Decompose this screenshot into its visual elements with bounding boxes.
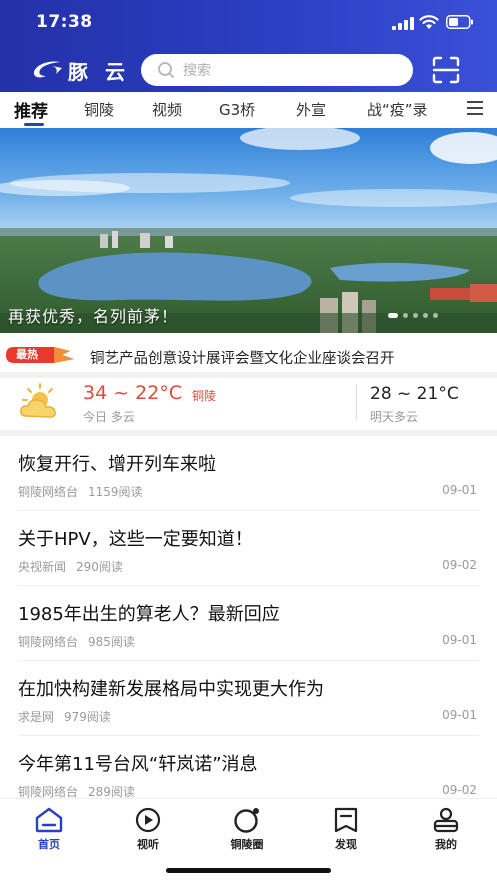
carousel-dot: [403, 313, 408, 318]
nav-profile[interactable]: 我的: [411, 807, 481, 852]
news-title: 恢复开行、增开列车来啦: [18, 454, 216, 475]
active-tab-indicator: [24, 123, 44, 126]
status-time: 17:38: [36, 12, 93, 32]
news-source: 求是网: [18, 710, 55, 724]
weather-city: 铜陵: [192, 389, 217, 403]
carousel-dot-active: [388, 313, 398, 318]
news-date: 09-02: [442, 558, 477, 572]
news-reads: 290阅读: [76, 560, 123, 574]
scan-icon[interactable]: [432, 56, 460, 84]
profile-icon: [433, 807, 459, 833]
carousel-dot: [413, 313, 418, 318]
carousel-dots: [388, 313, 438, 318]
today-condition: 今日 多云: [83, 410, 135, 424]
news-meta: 求是网 979阅读: [18, 708, 111, 725]
hot-badge-label: 最热: [16, 348, 38, 361]
logo-mark-icon: [33, 61, 62, 78]
tab-video[interactable]: 视频: [152, 99, 182, 120]
news-list: 恢复开行、增开列车来啦 铜陵网络台 1159阅读 09-01 关于HPV，这些一定…: [0, 436, 497, 811]
discover-icon: [334, 807, 358, 833]
banner-carousel[interactable]: 再获优秀，名列前茅！: [0, 128, 497, 333]
news-source: 铜陵网络台: [18, 485, 79, 499]
news-item[interactable]: 关于HPV，这些一定要知道！ 央视新闻 290阅读 09-02: [18, 511, 479, 586]
nav-media[interactable]: 视听: [113, 807, 183, 852]
nav-discover-label: 发现: [335, 838, 357, 851]
banner-caption: 再获优秀，名列前茅！: [8, 307, 179, 326]
today-temperature: 34 ~ 22°C: [83, 382, 183, 404]
app-header: 17:38 豚 云 搜索: [0, 0, 497, 92]
menu-icon[interactable]: [466, 100, 484, 116]
news-source: 央视新闻: [18, 560, 67, 574]
news-title: 在加快构建新发展格局中实现更大作为: [18, 679, 324, 700]
play-icon: [135, 807, 161, 833]
nav-home-label: 首页: [38, 838, 60, 851]
search-input[interactable]: 搜索: [141, 54, 413, 86]
circle-icon: [234, 808, 259, 833]
carousel-dot: [423, 313, 428, 318]
app-logo[interactable]: 豚 云: [30, 56, 130, 84]
status-bar: 17:38: [0, 0, 497, 44]
news-reads: 979阅读: [64, 710, 111, 724]
carousel-dot: [433, 313, 438, 318]
news-date: 09-02: [442, 783, 477, 797]
channel-tabs: 推荐 铜陵 视频 G3桥 外宣 战“疫”录: [0, 92, 497, 128]
news-reads: 1159阅读: [88, 485, 143, 499]
news-reads: 985阅读: [88, 635, 135, 649]
nav-circle-label: 铜陵圈: [230, 838, 264, 851]
tab-recommend[interactable]: 推荐: [14, 97, 48, 122]
weather-divider: [356, 384, 357, 420]
nav-media-label: 视听: [137, 838, 159, 851]
wifi-icon: [419, 15, 439, 29]
tab-epidemic[interactable]: 战“疫”录: [367, 99, 428, 120]
news-item[interactable]: 1985年出生的算老人？最新回应 铜陵网络台 985阅读 09-01: [18, 586, 479, 661]
signal-icon: [392, 17, 414, 30]
hot-headline[interactable]: 铜艺产品创意设计展评会暨文化企业座谈会召开: [90, 347, 395, 368]
hot-news-ticker[interactable]: 最热 铜艺产品创意设计展评会暨文化企业座谈会召开: [0, 340, 497, 372]
news-title: 1985年出生的算老人？最新回应: [18, 604, 280, 625]
news-meta: 铜陵网络台 985阅读: [18, 633, 135, 650]
tab-publicity[interactable]: 外宣: [296, 99, 326, 120]
news-item[interactable]: 恢复开行、增开列车来啦 铜陵网络台 1159阅读 09-01: [18, 436, 479, 511]
news-source: 铜陵网络台: [18, 635, 79, 649]
news-title: 关于HPV，这些一定要知道！: [18, 529, 253, 550]
home-indicator[interactable]: [166, 868, 331, 873]
news-date: 09-01: [442, 483, 477, 497]
news-reads: 289阅读: [88, 785, 135, 799]
weather-widget[interactable]: 34 ~ 22°C 铜陵 今日 多云 28 ~ 21°C 明天多云: [0, 378, 497, 430]
nav-tongling-circle[interactable]: 铜陵圈: [212, 807, 282, 852]
battery-icon: [446, 15, 473, 29]
logo-text: 豚 云: [68, 59, 130, 84]
tab-tongling[interactable]: 铜陵: [84, 99, 114, 120]
tab-g3-bridge[interactable]: G3桥: [219, 99, 255, 120]
news-meta: 央视新闻 290阅读: [18, 558, 123, 575]
news-date: 09-01: [442, 708, 477, 722]
news-meta: 铜陵网络台 1159阅读: [18, 483, 143, 500]
search-icon: [158, 62, 174, 78]
partly-cloudy-icon: [20, 383, 56, 418]
news-date: 09-01: [442, 633, 477, 647]
nav-discover[interactable]: 发现: [311, 807, 381, 852]
nav-profile-label: 我的: [435, 838, 457, 851]
news-item[interactable]: 在加快构建新发展格局中实现更大作为 求是网 979阅读 09-01: [18, 661, 479, 736]
home-icon: [35, 807, 63, 833]
tomorrow-temperature: 28 ~ 21°C: [370, 384, 459, 404]
search-placeholder: 搜索: [183, 63, 211, 79]
nav-home[interactable]: 首页: [14, 807, 84, 852]
news-source: 铜陵网络台: [18, 785, 79, 799]
tomorrow-condition: 明天多云: [370, 410, 419, 424]
news-title: 今年第11号台风“轩岚诺”消息: [18, 754, 258, 775]
hot-badge-flame-icon: [6, 347, 74, 363]
